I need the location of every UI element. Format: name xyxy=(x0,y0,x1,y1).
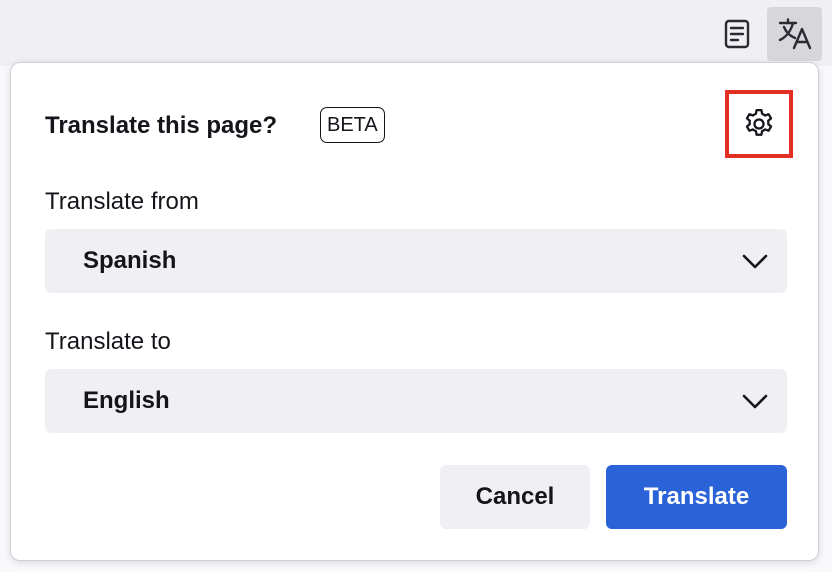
translate-to-select[interactable]: English xyxy=(45,369,787,433)
browser-toolbar xyxy=(0,0,832,66)
translate-to-value: English xyxy=(83,387,170,414)
translation-panel: Translate this page? BETA Translate from… xyxy=(10,62,819,561)
translate-toolbar-button[interactable] xyxy=(767,7,822,61)
reader-view-icon xyxy=(724,19,750,49)
translate-button[interactable]: Translate xyxy=(606,465,787,529)
translate-from-value: Spanish xyxy=(83,247,177,274)
chevron-down-icon xyxy=(741,247,769,275)
panel-title: Translate this page? xyxy=(45,112,278,139)
chevron-down-icon xyxy=(741,387,769,415)
translate-to-label: Translate to xyxy=(45,328,171,355)
translate-from-label: Translate from xyxy=(45,188,199,215)
beta-badge: BETA xyxy=(320,107,385,143)
translate-from-select[interactable]: Spanish xyxy=(45,229,787,293)
gear-icon xyxy=(742,107,776,141)
cancel-button[interactable]: Cancel xyxy=(440,465,590,529)
reader-view-button[interactable] xyxy=(714,8,760,60)
translate-icon xyxy=(778,18,812,50)
settings-button[interactable] xyxy=(725,90,793,158)
